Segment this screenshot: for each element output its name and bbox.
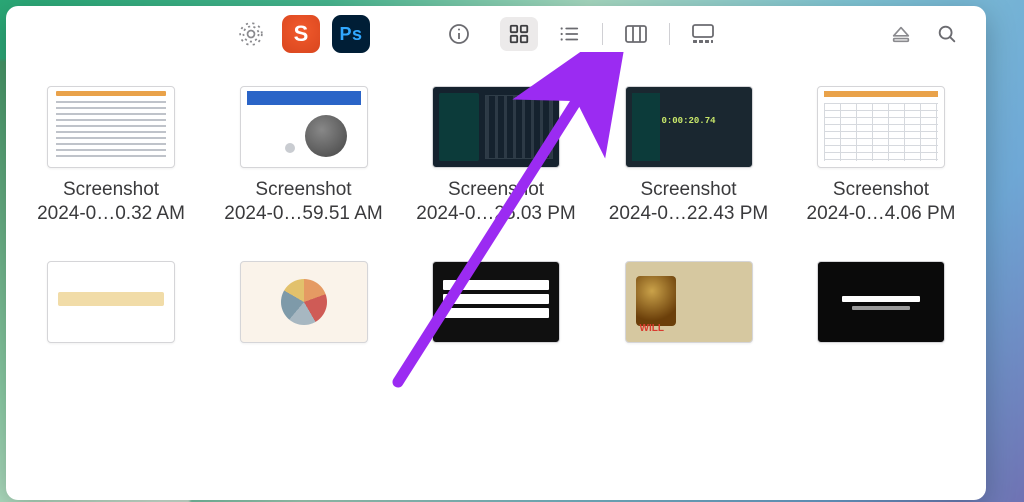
list-view-button[interactable] [550,17,588,51]
file-thumbnail [817,86,945,168]
file-grid-area: Screenshot 2024-0…0.32 AM Screenshot 202… [6,62,986,500]
photoshop-icon[interactable]: Ps [332,15,370,53]
file-item[interactable]: Screenshot 2024-0…4.06 PM [788,86,974,227]
app-s-icon[interactable]: S [282,15,320,53]
file-label: Screenshot 2024-0…59.51 AM [224,178,382,227]
file-thumbnail [432,261,560,343]
file-item[interactable] [596,261,782,343]
view-mode-group [500,17,722,51]
file-label: Screenshot 2024-0…0.32 AM [37,178,185,227]
file-thumbnail [817,261,945,343]
icon-view-button[interactable] [500,17,538,51]
file-item[interactable]: Screenshot 2024-0…59.51 AM [211,86,397,227]
file-thumbnail [240,86,368,168]
search-button[interactable] [928,17,966,51]
file-thumbnail [625,261,753,343]
file-label: Screenshot 2024-0…25.03 PM [416,178,576,227]
file-item[interactable] [18,261,204,343]
file-label: Screenshot 2024-0…4.06 PM [807,178,956,227]
toolbar: S Ps [6,6,986,62]
airdrop-icon[interactable] [232,17,270,51]
column-view-button[interactable] [617,17,655,51]
file-label: Screenshot 2024-0…22.43 PM [609,178,769,227]
file-thumbnail [47,86,175,168]
gallery-view-button[interactable] [684,17,722,51]
file-item[interactable]: Screenshot 2024-0…22.43 PM [596,86,782,227]
info-button[interactable] [440,17,478,51]
file-item[interactable] [211,261,397,343]
file-thumbnail [432,86,560,168]
file-thumbnail [47,261,175,343]
desktop-background: S Ps [0,0,1024,502]
file-item[interactable] [403,261,589,343]
file-item[interactable]: Screenshot 2024-0…0.32 AM [18,86,204,227]
toolbar-app-shortcuts: S Ps [232,15,370,53]
file-item[interactable]: Screenshot 2024-0…25.03 PM [403,86,589,227]
divider [602,23,603,45]
file-grid: Screenshot 2024-0…0.32 AM Screenshot 202… [18,86,974,343]
file-thumbnail [625,86,753,168]
file-item[interactable] [788,261,974,343]
file-thumbnail [240,261,368,343]
finder-window: S Ps [6,6,986,500]
eject-button[interactable] [882,17,920,51]
divider [669,23,670,45]
